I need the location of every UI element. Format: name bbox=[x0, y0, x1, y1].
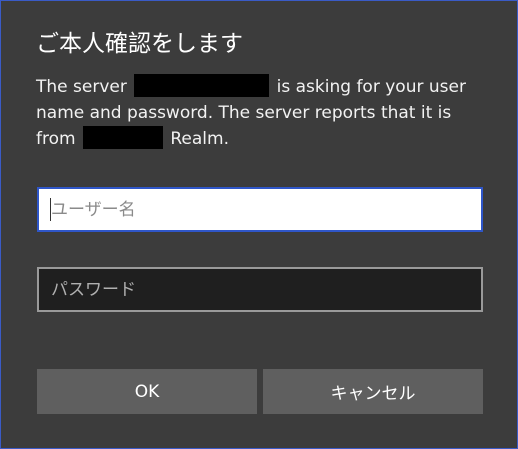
message-text-3: Realm. bbox=[170, 129, 229, 149]
dialog-message: The server is asking for your user name … bbox=[36, 74, 486, 152]
cancel-button[interactable]: キャンセル bbox=[263, 369, 483, 414]
dialog-title: ご本人確認をします bbox=[36, 31, 243, 57]
redacted-realm-name bbox=[82, 126, 163, 149]
credential-dialog: ご本人確認をします The server is asking for your … bbox=[0, 0, 518, 449]
ok-button[interactable]: OK bbox=[37, 369, 257, 414]
username-input[interactable] bbox=[37, 187, 483, 232]
message-text-1: The server bbox=[36, 77, 127, 97]
redacted-server-name bbox=[134, 74, 270, 97]
text-cursor bbox=[50, 198, 51, 221]
password-input[interactable] bbox=[37, 267, 483, 312]
